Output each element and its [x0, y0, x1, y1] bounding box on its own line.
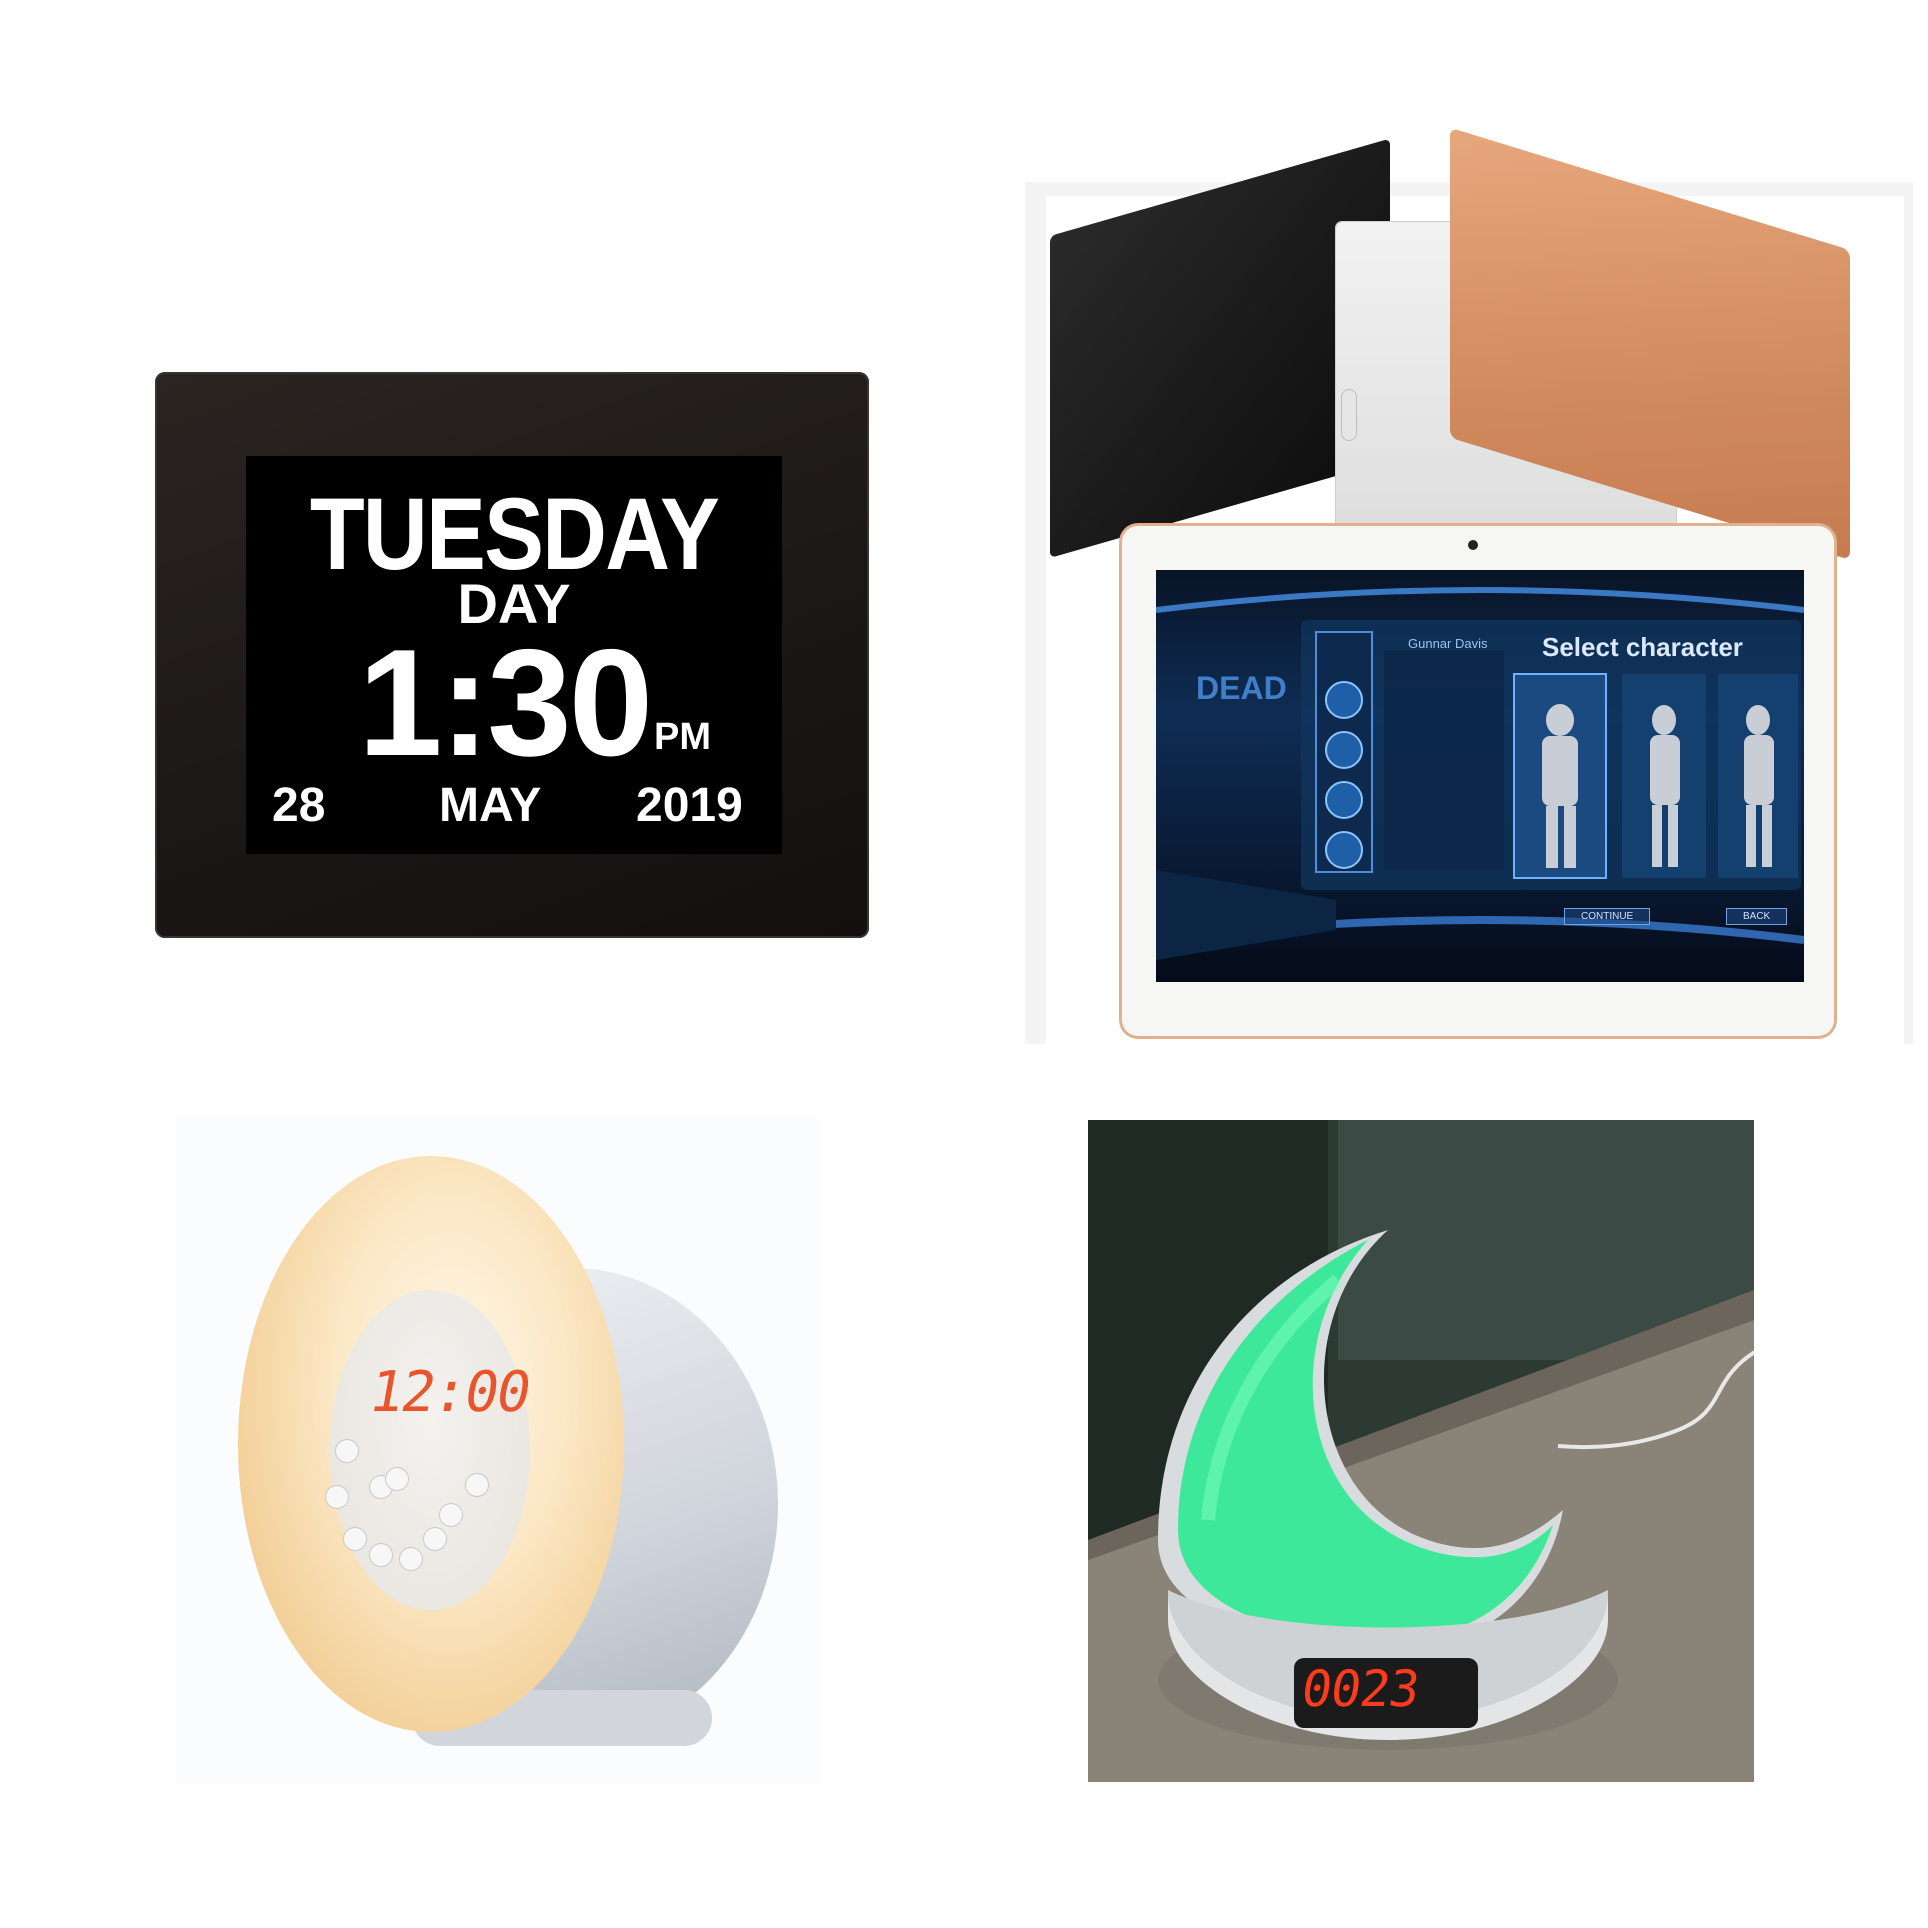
- game-logo: DEAD: [1196, 670, 1287, 706]
- lamp-button[interactable]: [336, 1440, 358, 1462]
- continue-button[interactable]: CONTINUE: [1564, 908, 1651, 925]
- back-button[interactable]: BACK: [1726, 908, 1788, 925]
- lamp-button[interactable]: [386, 1468, 408, 1490]
- lamp-control-face: [330, 1290, 530, 1610]
- ampm-label: PM: [654, 716, 711, 758]
- date-label: 28: [272, 779, 326, 832]
- lamp-button[interactable]: [440, 1504, 462, 1526]
- game-screen: Gunnar Davis Select character DEAD CONTI…: [1156, 570, 1804, 982]
- month-label: MAY: [439, 779, 542, 832]
- lamp-button[interactable]: [370, 1544, 392, 1566]
- camera-module-icon: [1342, 390, 1356, 440]
- day-clock-screen: TUESDAY DAY 1:30 PM 28 MAY 2019: [246, 456, 782, 854]
- lamp-button[interactable]: [400, 1548, 422, 1570]
- moon-lamp-photo: 0023: [1088, 1120, 1754, 1782]
- year-label: 2019: [636, 779, 743, 832]
- character-name: Gunnar Davis: [1408, 636, 1488, 651]
- lamp-button[interactable]: [344, 1528, 366, 1550]
- front-camera-icon: [1468, 540, 1478, 550]
- lamp-button[interactable]: [466, 1474, 488, 1496]
- lamp-button[interactable]: [424, 1528, 446, 1550]
- lamp-display-time: 12:00: [364, 1360, 535, 1425]
- clock-time: 1:30: [358, 618, 653, 788]
- game-title: Select character: [1542, 632, 1743, 662]
- lamp-button[interactable]: [326, 1486, 348, 1508]
- moon-lamp-time: 0023: [1297, 1660, 1423, 1718]
